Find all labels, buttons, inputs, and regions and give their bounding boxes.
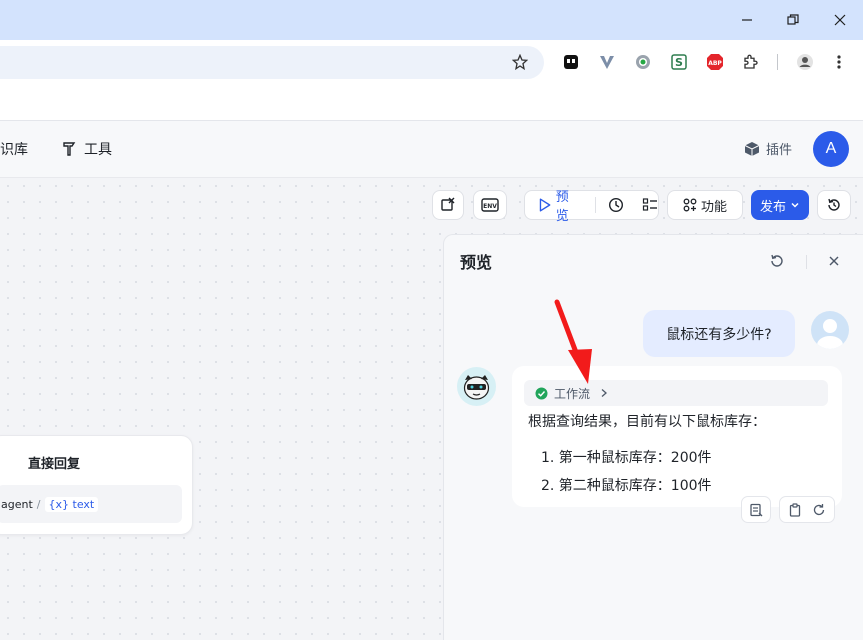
annotation-arrow: [554, 299, 592, 384]
